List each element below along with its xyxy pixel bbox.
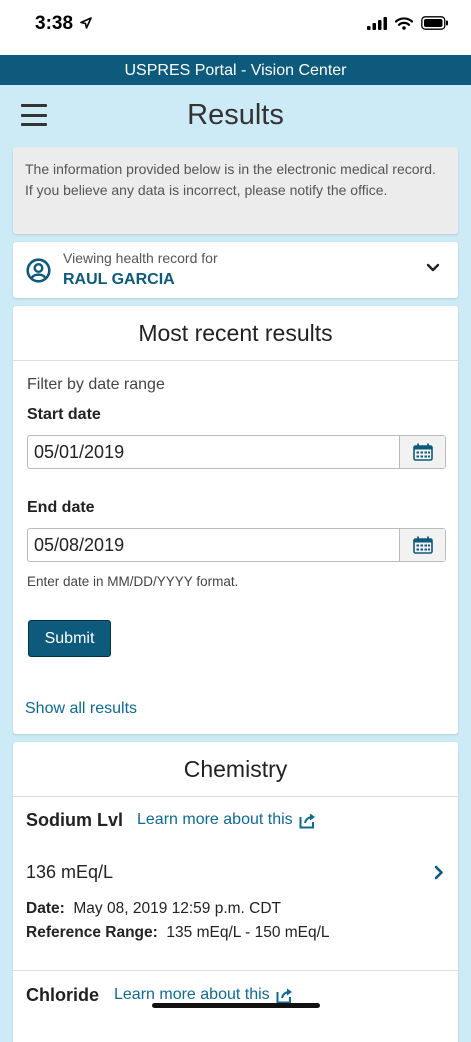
nav-header: Results — [0, 85, 471, 145]
wifi-icon — [395, 16, 413, 30]
start-date-label: Start date — [27, 406, 101, 423]
status-bar: 3:38 — [0, 0, 471, 55]
status-time: 3:38 — [35, 13, 93, 35]
hamburger-menu-icon[interactable] — [21, 104, 47, 126]
test-name: Chloride — [26, 985, 100, 1005]
results-heading: Most recent results — [13, 306, 458, 361]
external-share-icon — [276, 988, 292, 1003]
end-date-input[interactable] — [28, 529, 400, 561]
date-format-hint: Enter date in MM/DD/YYYY format. — [27, 574, 239, 589]
info-notice: The information provided below is in the… — [13, 147, 458, 234]
page-title: Results — [187, 99, 284, 131]
cellular-signal-icon — [367, 16, 387, 30]
battery-icon — [421, 16, 448, 30]
result-reference-range: Reference Range: 135 mEq/L - 150 mEq/L — [26, 924, 330, 941]
home-indicator[interactable] — [152, 1003, 320, 1008]
user-circle-icon — [26, 258, 51, 283]
show-all-results-link[interactable]: Show all results — [25, 700, 137, 718]
chemistry-card: Chemistry Sodium Lvl Learn more about th… — [13, 742, 458, 1042]
app-title-bar: USPRES Portal - Vision Center — [0, 55, 471, 85]
row-divider — [13, 970, 458, 971]
record-label: Viewing health record for — [63, 250, 218, 266]
status-icons — [367, 16, 449, 30]
end-date-field — [27, 528, 446, 562]
results-filter-card: Most recent results Filter by date range… — [13, 306, 458, 734]
start-date-input[interactable] — [28, 436, 400, 468]
end-date-label: End date — [27, 499, 95, 516]
chevron-down-icon[interactable] — [426, 263, 440, 273]
result-value: 136 mEq/L — [26, 862, 114, 882]
location-arrow-icon — [80, 17, 93, 29]
start-date-field — [27, 435, 446, 469]
filter-label: Filter by date range — [27, 376, 165, 393]
start-date-calendar-button[interactable] — [399, 436, 445, 468]
chemistry-heading: Chemistry — [13, 742, 458, 797]
calendar-icon — [412, 443, 433, 461]
health-record-selector[interactable]: Viewing health record for RAUL GARCIA — [13, 242, 458, 298]
chevron-right-icon[interactable] — [434, 865, 444, 880]
learn-more-link[interactable]: Learn more about this — [114, 986, 294, 1004]
submit-button[interactable]: Submit — [28, 620, 111, 657]
result-date: Date: May 08, 2019 12:59 p.m. CDT — [26, 900, 282, 917]
calendar-icon — [412, 536, 433, 554]
test-name: Sodium Lvl — [26, 810, 124, 830]
patient-name: RAUL GARCIA — [63, 271, 175, 288]
external-share-icon — [299, 813, 315, 828]
end-date-calendar-button[interactable] — [399, 529, 445, 561]
learn-more-link[interactable]: Learn more about this — [137, 811, 317, 829]
